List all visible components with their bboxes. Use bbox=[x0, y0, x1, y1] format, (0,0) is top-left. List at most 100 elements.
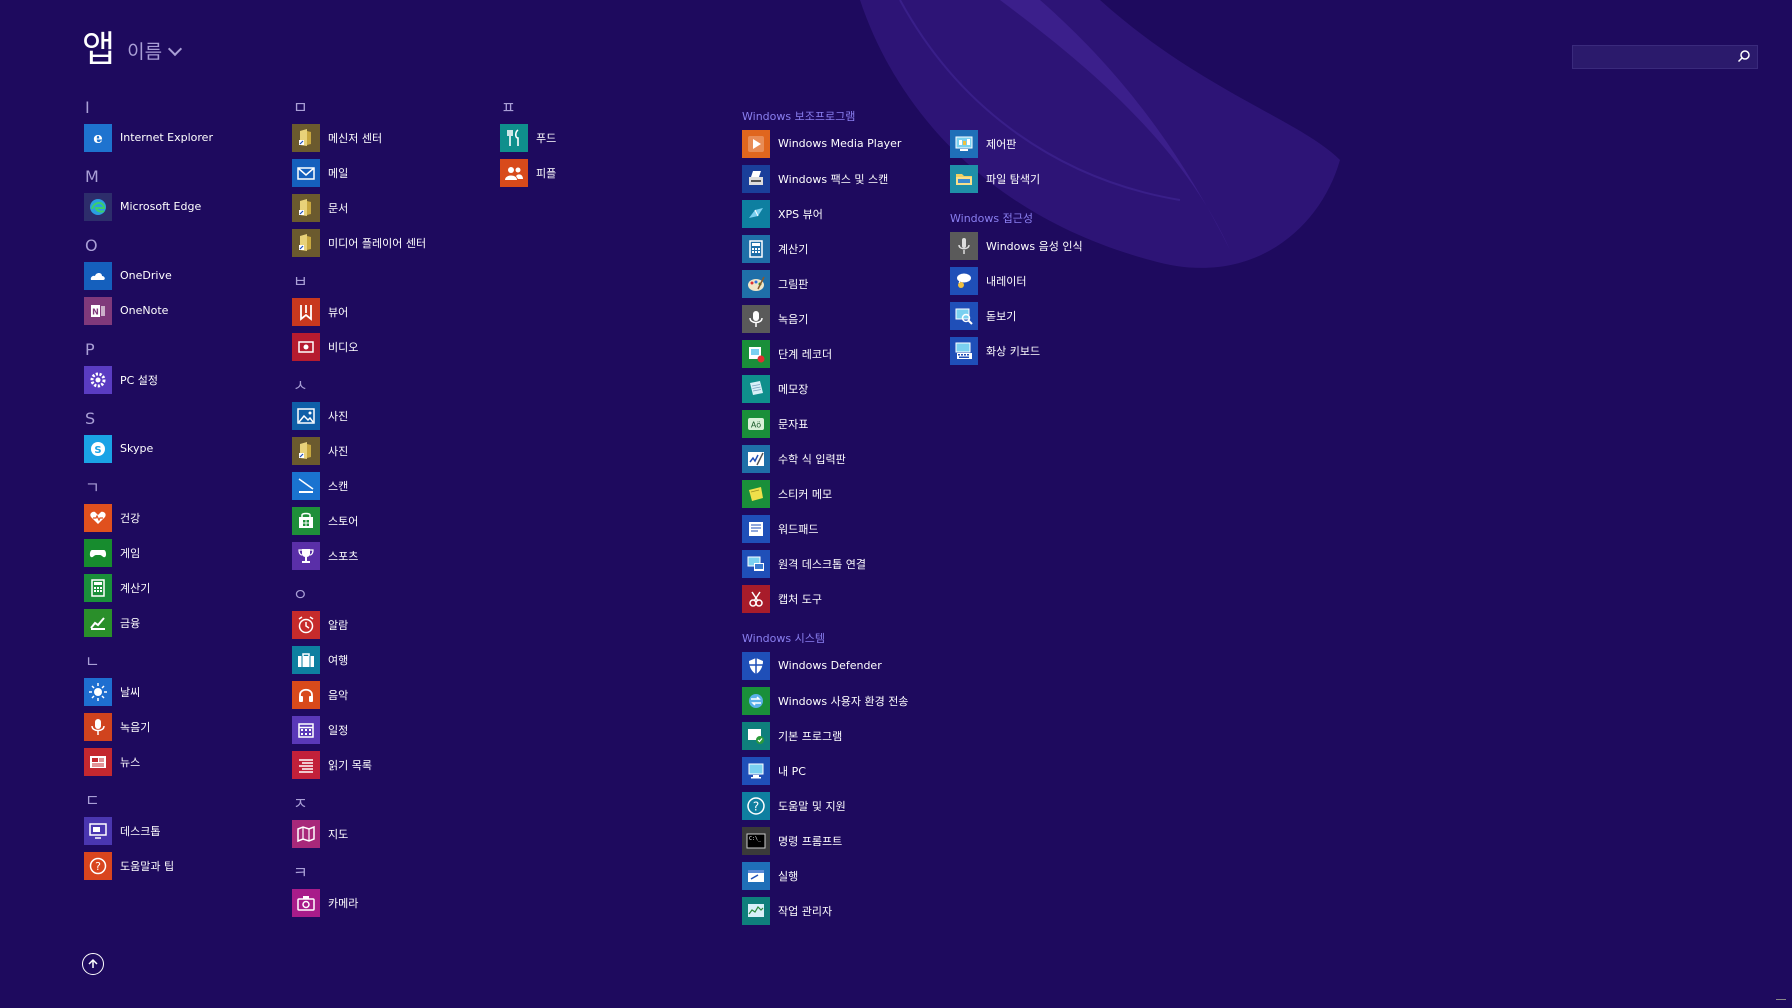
app-item-onenote[interactable]: N OneNote bbox=[84, 293, 213, 328]
app-item-finance-chart[interactable]: 금융 bbox=[84, 605, 213, 640]
section-letter[interactable]: ㅈ bbox=[292, 792, 426, 816]
app-item-photos[interactable]: 사진 bbox=[292, 398, 426, 433]
app-item-health[interactable]: 건강 bbox=[84, 500, 213, 535]
app-item-internet-explorer[interactable]: e Internet Explorer bbox=[84, 120, 213, 155]
mail-icon bbox=[297, 166, 315, 180]
section-letter[interactable]: ㅅ bbox=[292, 374, 426, 398]
section-letter[interactable]: P bbox=[84, 338, 213, 362]
app-item-reader[interactable]: 뷰어 bbox=[292, 294, 426, 329]
app-item-file-explorer[interactable]: 파일 탐색기 bbox=[950, 161, 1083, 196]
app-tile bbox=[500, 158, 528, 187]
app-item-paint[interactable]: 그림판 bbox=[742, 266, 908, 301]
app-item-math-input[interactable]: 수학 식 입력판 bbox=[742, 441, 908, 476]
app-item-notepad[interactable]: 메모장 bbox=[742, 371, 908, 406]
app-item-command-prompt[interactable]: C:\_ 명령 프롬프트 bbox=[742, 823, 908, 858]
app-label: 스포츠 bbox=[328, 549, 359, 563]
app-item-news[interactable]: 뉴스 bbox=[84, 744, 213, 779]
section-letter[interactable]: ㅋ bbox=[292, 861, 426, 885]
section-letter[interactable]: S bbox=[84, 407, 213, 431]
search-icon[interactable] bbox=[1737, 49, 1751, 63]
app-item-speech-recognition[interactable]: Windows 음성 인식 bbox=[950, 228, 1083, 263]
app-item-task-manager[interactable]: 작업 관리자 bbox=[742, 893, 908, 928]
app-item-reading-list[interactable]: 읽기 목록 bbox=[292, 747, 426, 782]
app-item-trophy[interactable]: 스포츠 bbox=[292, 538, 426, 573]
app-tile bbox=[84, 261, 112, 290]
app-label: Internet Explorer bbox=[120, 131, 213, 144]
folder-shortcut-icon bbox=[299, 441, 311, 459]
app-item-help[interactable]: ? 도움말 및 지원 bbox=[742, 788, 908, 823]
app-item-computer[interactable]: 내 PC bbox=[742, 753, 908, 788]
app-label: Windows Media Player bbox=[778, 137, 902, 150]
search-input[interactable] bbox=[1573, 46, 1735, 68]
app-item-easy-transfer[interactable]: Windows 사용자 환경 전송 bbox=[742, 683, 908, 718]
section-letter[interactable]: ㄱ bbox=[84, 476, 213, 500]
section-letter[interactable]: ㅁ bbox=[292, 96, 426, 120]
app-item-headphones[interactable]: 음악 bbox=[292, 677, 426, 712]
app-item-scan[interactable]: 스캔 bbox=[292, 468, 426, 503]
app-item-remote-desktop[interactable]: 원격 데스크톱 연결 bbox=[742, 546, 908, 581]
section-letter[interactable]: ㅍ bbox=[500, 96, 556, 120]
app-item-sticky-notes[interactable]: 스티커 메모 bbox=[742, 476, 908, 511]
app-item-calculator[interactable]: 계산기 bbox=[742, 231, 908, 266]
app-item-steps-recorder[interactable]: 단계 레코더 bbox=[742, 336, 908, 371]
app-item-media-player[interactable]: Windows Media Player bbox=[742, 126, 908, 161]
app-label: Skype bbox=[120, 442, 154, 455]
app-item-weather-sun[interactable]: 날씨 bbox=[84, 674, 213, 709]
app-item-folder-shortcut[interactable]: 사진 bbox=[292, 433, 426, 468]
app-item-skype[interactable]: S Skype bbox=[84, 431, 213, 466]
app-item-snipping-tool[interactable]: 캡처 도구 bbox=[742, 581, 908, 616]
section-letter[interactable]: M bbox=[84, 165, 213, 189]
app-item-camera[interactable]: 카메라 bbox=[292, 885, 426, 920]
app-item-suitcase[interactable]: 여행 bbox=[292, 642, 426, 677]
app-tile bbox=[292, 471, 320, 500]
section-letter[interactable]: ㄴ bbox=[84, 650, 213, 674]
app-item-people[interactable]: 피플 bbox=[500, 155, 556, 190]
calendar-icon bbox=[298, 722, 314, 738]
default-programs-icon bbox=[748, 728, 764, 744]
app-item-fax-scan[interactable]: Windows 팩스 및 스캔 bbox=[742, 161, 908, 196]
app-item-folder-shortcut[interactable]: 미디어 플레이어 센터 bbox=[292, 225, 426, 260]
app-item-calendar[interactable]: 일정 bbox=[292, 712, 426, 747]
app-item-onedrive[interactable]: OneDrive bbox=[84, 258, 213, 293]
app-item-store[interactable]: 스토어 bbox=[292, 503, 426, 538]
section-letter[interactable]: ㅂ bbox=[292, 270, 426, 294]
app-item-microsoft-edge[interactable]: Microsoft Edge bbox=[84, 189, 213, 224]
app-tile bbox=[84, 816, 112, 845]
scroll-up-button[interactable] bbox=[82, 953, 104, 975]
section-letter[interactable]: O bbox=[84, 234, 213, 258]
section-letter[interactable]: ㅇ bbox=[292, 583, 426, 607]
app-label: 메일 bbox=[328, 166, 349, 180]
app-item-on-screen-keyboard[interactable]: 화상 키보드 bbox=[950, 333, 1083, 368]
app-item-control-panel[interactable]: 제어판 bbox=[950, 126, 1083, 161]
app-label: 계산기 bbox=[778, 242, 809, 256]
app-item-alarm-clock[interactable]: 알람 bbox=[292, 607, 426, 642]
section-letter[interactable]: ㄷ bbox=[84, 789, 213, 813]
section-letter[interactable]: I bbox=[84, 96, 213, 120]
video-icon bbox=[298, 340, 314, 353]
app-item-microphone[interactable]: 녹음기 bbox=[742, 301, 908, 336]
app-item-desktop[interactable]: 데스크톱 bbox=[84, 813, 213, 848]
app-item-folder-shortcut[interactable]: 메신저 센터 bbox=[292, 120, 426, 155]
app-item-run[interactable]: 실행 bbox=[742, 858, 908, 893]
app-item-folder-shortcut[interactable]: 문서 bbox=[292, 190, 426, 225]
app-item-xps-viewer[interactable]: XPS 뷰어 bbox=[742, 196, 908, 231]
app-item-microphone[interactable]: 녹음기 bbox=[84, 709, 213, 744]
app-item-gear[interactable]: PC 설정 bbox=[84, 362, 213, 397]
app-item-default-programs[interactable]: 기본 프로그램 bbox=[742, 718, 908, 753]
sort-by-name-button[interactable]: 이름 bbox=[127, 37, 183, 64]
search-box[interactable] bbox=[1572, 45, 1758, 69]
app-tile bbox=[742, 234, 770, 263]
app-item-video[interactable]: 비디오 bbox=[292, 329, 426, 364]
app-item-map[interactable]: 지도 bbox=[292, 816, 426, 851]
app-item-calculator[interactable]: 계산기 bbox=[84, 570, 213, 605]
app-item-help-tips[interactable]: ? 도움말과 팁 bbox=[84, 848, 213, 883]
app-item-game-controller[interactable]: 게임 bbox=[84, 535, 213, 570]
app-item-character-map[interactable]: Aö 문자표 bbox=[742, 406, 908, 441]
app-item-narrator[interactable]: 내레이터 bbox=[950, 263, 1083, 298]
app-label: 원격 데스크톱 연결 bbox=[778, 557, 866, 571]
app-item-shield[interactable]: Windows Defender bbox=[742, 648, 908, 683]
app-item-food[interactable]: 푸드 bbox=[500, 120, 556, 155]
app-item-wordpad[interactable]: 워드패드 bbox=[742, 511, 908, 546]
app-item-mail[interactable]: 메일 bbox=[292, 155, 426, 190]
app-item-magnifier[interactable]: 돋보기 bbox=[950, 298, 1083, 333]
